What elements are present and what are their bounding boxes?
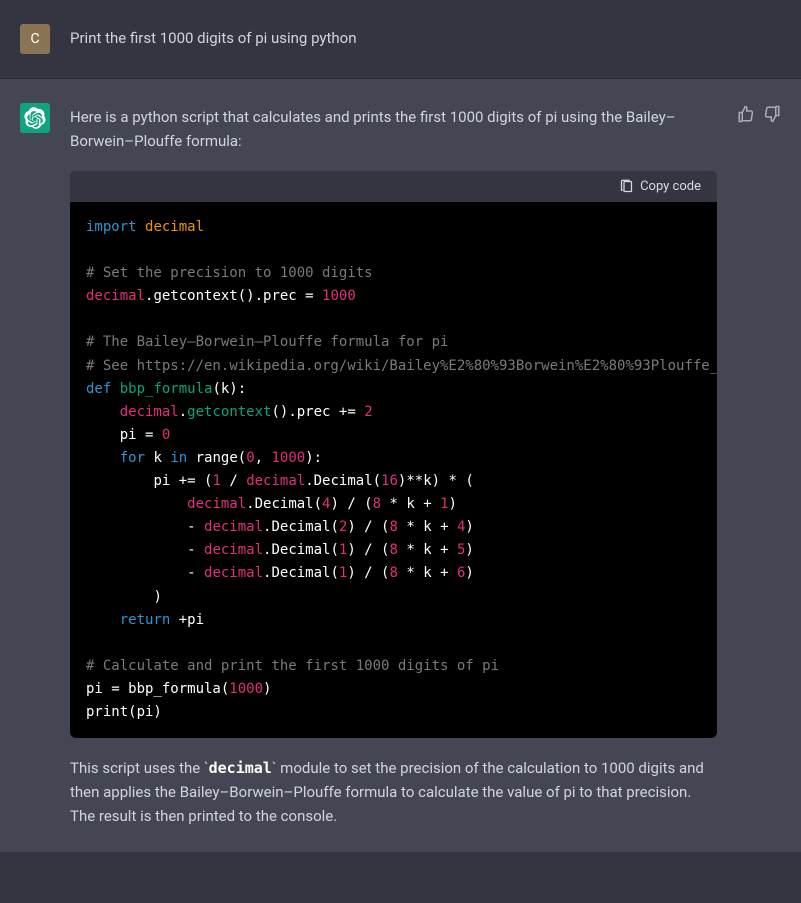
thumbs-up-icon[interactable] [737,105,755,123]
code-content[interactable]: import decimal # Set the precision to 10… [70,202,717,738]
assistant-avatar [20,103,50,133]
code-block: Copy code import decimal # Set the preci… [70,171,717,738]
assistant-message-row: Here is a python script that calculates … [0,79,801,852]
assistant-message-content: Here is a python script that calculates … [70,103,717,828]
thumbs-down-icon[interactable] [763,105,781,123]
assistant-outro-text: This script uses the `decimal` module to… [70,756,717,828]
user-avatar: C [20,24,50,54]
inline-code: decimal [209,759,272,777]
user-message-content: Print the first 1000 digits of pi using … [70,24,781,54]
copy-code-label: Copy code [640,179,701,194]
assistant-intro-text: Here is a python script that calculates … [70,105,717,153]
user-message-text: Print the first 1000 digits of pi using … [70,29,357,47]
copy-code-button[interactable]: Copy code [619,179,701,194]
message-actions [737,103,781,828]
code-block-header: Copy code [70,171,717,202]
openai-logo-icon [24,107,46,129]
user-message-row: C Print the first 1000 digits of pi usin… [0,0,801,79]
clipboard-icon [619,179,634,194]
user-avatar-letter: C [30,28,39,50]
